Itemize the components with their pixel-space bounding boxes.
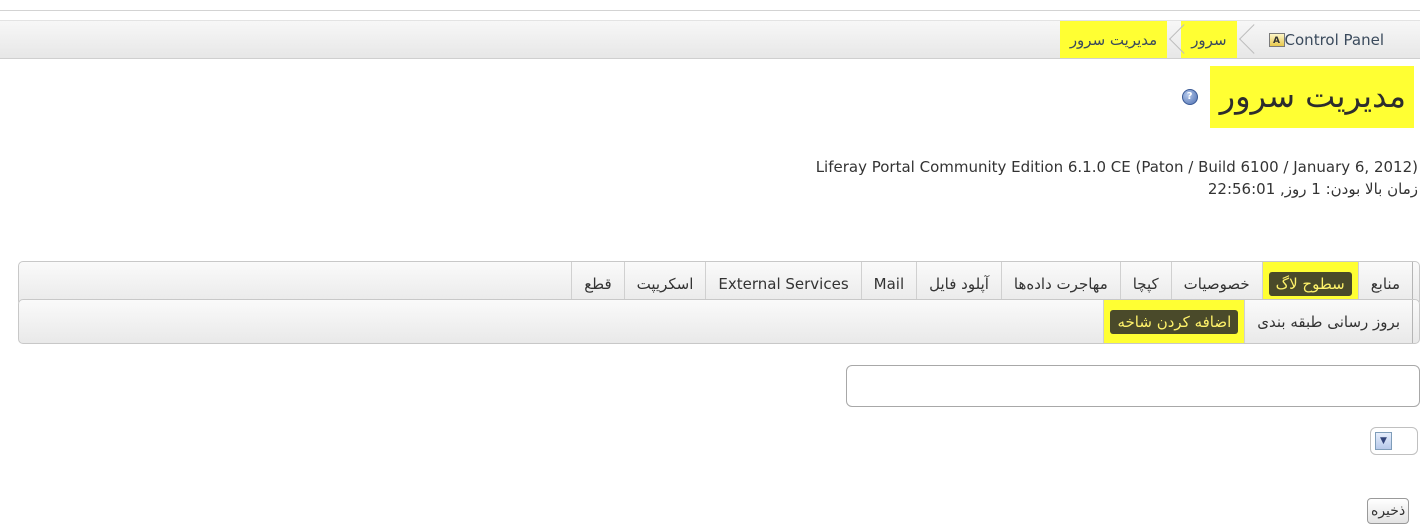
tab-label: External Services [718, 274, 849, 293]
chevron-down-icon[interactable]: ▼ [1375, 432, 1392, 450]
tab-label: خصوصیات [1183, 274, 1250, 293]
server-uptime: زمان بالا بودن: 1 روز, 22:56:01 [1207, 180, 1418, 198]
tab-label: اسکریپت [636, 274, 694, 293]
tab-label: بروز رسانی طبقه بندی [1257, 312, 1400, 331]
breadcrumb: A Control Panel سرور مدیریت سرور [0, 20, 1420, 59]
tab-label: منابع [1370, 274, 1400, 293]
top-divider [0, 10, 1420, 11]
control-panel-icon: A [1268, 32, 1285, 47]
breadcrumb-separator [1237, 21, 1251, 58]
portal-version: (Liferay Portal Community Edition 6.1.0 … [815, 158, 1418, 176]
page-title: مدیریت سرور [1209, 66, 1414, 128]
tab-label: سطوح لاگ [1268, 271, 1352, 296]
tab-label: کپچا [1132, 274, 1159, 293]
tab-label: مهاجرت داده‌ها [1013, 274, 1108, 293]
tab-add-category[interactable]: اضافه کردن شاخه [1103, 300, 1245, 343]
category-name-input[interactable] [846, 365, 1420, 407]
tab-label: Mail [873, 274, 905, 293]
sub-tabs: بروز رسانی طبقه بندی اضافه کردن شاخه [18, 299, 1420, 344]
tab-label: قطع [584, 274, 612, 293]
tab-label: آپلود فایل [929, 274, 989, 293]
help-icon[interactable]: ? [1181, 89, 1198, 105]
page-header: ? مدیریت سرور [1181, 66, 1414, 128]
tab-update-categories[interactable]: بروز رسانی طبقه بندی [1244, 300, 1413, 343]
breadcrumb-label: Control Panel [1284, 30, 1384, 49]
breadcrumb-separator [1167, 21, 1181, 58]
breadcrumb-server-administration[interactable]: مدیریت سرور [1059, 21, 1168, 58]
tab-label: اضافه کردن شاخه [1110, 309, 1239, 334]
breadcrumb-trail: A Control Panel سرور مدیریت سرور [1059, 21, 1394, 58]
save-button[interactable]: ذخیره [1367, 498, 1410, 524]
breadcrumb-label: مدیریت سرور [1069, 30, 1158, 49]
breadcrumb-control-panel[interactable]: A Control Panel [1251, 21, 1394, 58]
server-administration-page: A Control Panel سرور مدیریت سرور ? مدیری… [0, 0, 1420, 531]
log-priority-select[interactable]: ▼ [1370, 427, 1418, 455]
